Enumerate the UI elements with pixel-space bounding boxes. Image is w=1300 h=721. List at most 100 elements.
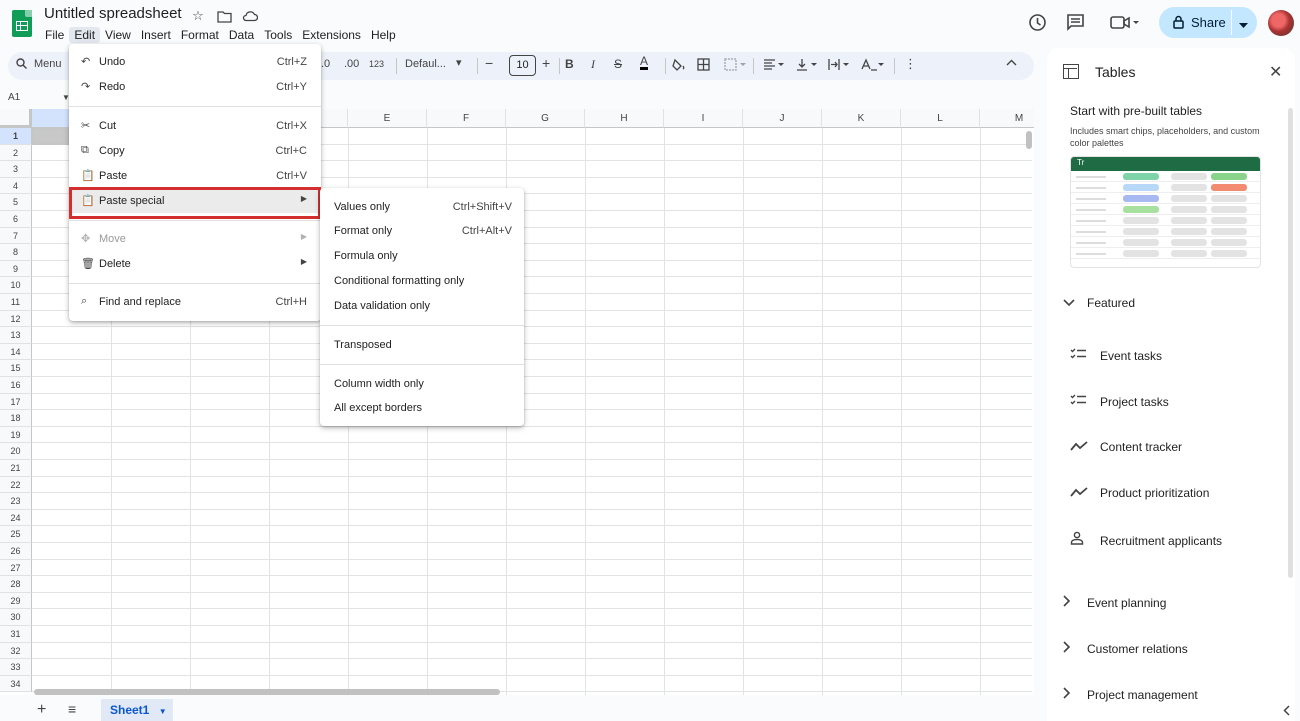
text-rotation-icon[interactable] [861,58,885,74]
fill-color-icon[interactable] [672,58,686,75]
row-header-8[interactable]: 8 [0,244,32,261]
increase-font-size-button[interactable]: + [542,55,550,71]
category-project-management[interactable]: Project management [1063,687,1198,702]
meet-icon[interactable] [1110,13,1140,33]
column-header-f[interactable]: F [427,109,506,128]
row-header-32[interactable]: 32 [0,642,32,660]
sheets-logo-icon[interactable] [12,10,32,37]
increase-decimal-button[interactable]: .00 [344,58,359,70]
horizontal-scrollbar[interactable] [34,689,500,695]
row-header-29[interactable]: 29 [0,592,32,610]
merge-cells-icon[interactable] [724,58,746,74]
template-item[interactable]: Event tasks [1070,348,1162,363]
decrease-font-size-button[interactable]: − [485,55,493,71]
row-header-12[interactable]: 12 [0,310,32,328]
featured-section[interactable]: Featured [1063,296,1135,310]
close-icon[interactable]: ✕ [1269,62,1282,82]
paste-option-conditional-formatting-only[interactable]: Conditional formatting only [320,269,524,293]
row-header-20[interactable]: 20 [0,443,32,460]
column-header-m[interactable]: M [980,109,1034,128]
category-customer-relations[interactable]: Customer relations [1063,641,1188,656]
menu-file[interactable]: File [40,27,69,43]
row-header-1[interactable]: 1 [0,128,32,145]
row-header-11[interactable]: 11 [0,294,32,311]
template-item[interactable]: Recruitment applicants [1070,531,1222,548]
comments-icon[interactable] [1066,13,1086,33]
row-header-21[interactable]: 21 [0,460,32,477]
row-header-17[interactable]: 17 [0,393,32,411]
more-formats-button[interactable]: 123 [369,59,384,69]
select-all-corner[interactable] [0,109,32,128]
menu-edit[interactable]: Edit [69,27,101,43]
name-box[interactable]: A1 [8,92,20,103]
menu-view[interactable]: View [100,27,136,43]
menu-tools[interactable]: Tools [259,27,297,43]
row-header-7[interactable]: 7 [0,227,32,245]
row-header-28[interactable]: 28 [0,576,32,593]
column-header-e[interactable]: E [348,109,427,128]
font-size-input[interactable]: 10 [509,55,536,76]
search-menus-label[interactable]: Menu [34,58,62,70]
row-header-19[interactable]: 19 [0,426,32,444]
menu-format[interactable]: Format [176,27,224,43]
paste-option-transposed[interactable]: Transposed [320,333,524,357]
menu-item-undo[interactable]: ↶ Undo Ctrl+Z [69,50,321,74]
share-button[interactable]: Share [1159,7,1257,38]
column-header-i[interactable]: I [664,109,743,128]
chevron-left-icon[interactable] [1283,705,1290,719]
menu-item-find-and-replace[interactable]: ⌕ Find and replace Ctrl+H [69,290,321,314]
menu-item-cut[interactable]: ✂ Cut Ctrl+X [69,114,321,138]
row-header-27[interactable]: 27 [0,559,32,577]
menu-item-paste[interactable]: 📋 Paste Ctrl+V [69,164,321,188]
row-header-9[interactable]: 9 [0,260,32,278]
horizontal-align-icon[interactable] [763,58,785,74]
all-sheets-icon[interactable]: ≡ [68,701,76,717]
column-header-j[interactable]: J [743,109,822,128]
row-header-2[interactable]: 2 [0,144,32,162]
sheet-tab-dropdown-icon[interactable]: ▼ [159,707,167,716]
row-header-26[interactable]: 26 [0,543,32,560]
text-color-button[interactable]: A [640,55,649,70]
avatar[interactable] [1268,10,1294,36]
row-header-3[interactable]: 3 [0,161,32,178]
row-header-15[interactable]: 15 [0,360,32,377]
vertical-align-icon[interactable] [796,58,818,74]
menu-insert[interactable]: Insert [136,27,176,43]
template-item[interactable]: Content tracker [1070,439,1182,454]
font-dropdown-icon[interactable]: ▾ [456,56,462,69]
add-sheet-button[interactable]: + [37,701,46,719]
menu-extensions[interactable]: Extensions [297,27,366,43]
collapse-toolbar-icon[interactable] [1006,57,1017,69]
star-icon[interactable]: ☆ [190,8,206,24]
row-header-13[interactable]: 13 [0,327,32,344]
row-header-18[interactable]: 18 [0,410,32,427]
strikethrough-icon[interactable]: S [614,57,622,71]
column-header-k[interactable]: K [822,109,901,128]
column-header-g[interactable]: G [506,109,585,128]
search-menus-icon[interactable] [16,58,27,72]
panel-scrollbar[interactable] [1288,108,1293,578]
italic-button[interactable]: I [591,57,595,72]
paste-option-all-except-borders[interactable]: All except borders [320,396,524,420]
cloud-status-icon[interactable] [242,8,258,24]
table-preview-image[interactable]: Tr [1070,156,1261,268]
row-header-30[interactable]: 30 [0,609,32,626]
row-header-33[interactable]: 33 [0,659,32,676]
row-header-5[interactable]: 5 [0,194,32,211]
row-header-6[interactable]: 6 [0,211,32,228]
row-header-24[interactable]: 24 [0,509,32,527]
paste-option-column-width-only[interactable]: Column width only [320,372,524,396]
decrease-decimal-button[interactable]: .0 [321,58,330,70]
paste-option-data-validation-only[interactable]: Data validation only [320,294,524,318]
paste-option-formula-only[interactable]: Formula only [320,244,524,268]
row-header-23[interactable]: 23 [0,493,32,510]
row-header-31[interactable]: 31 [0,626,32,643]
column-header-h[interactable]: H [585,109,664,128]
document-title[interactable]: Untitled spreadsheet [44,5,182,22]
menu-item-redo[interactable]: ↷ Redo Ctrl+Y [69,75,321,99]
move-folder-icon[interactable] [216,8,232,24]
font-select[interactable]: Defaul... [405,58,446,70]
more-options-icon[interactable]: ⋮ [904,56,917,72]
row-header-25[interactable]: 25 [0,526,32,543]
menu-item-copy[interactable]: ⧉ Copy Ctrl+C [69,139,321,163]
